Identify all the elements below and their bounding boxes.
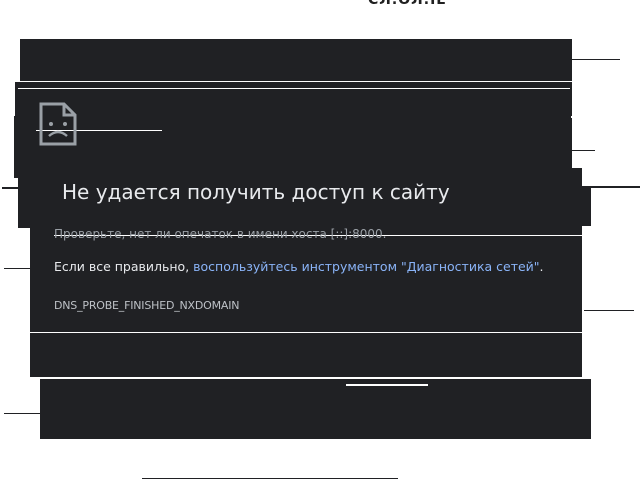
- glitch-line-left-lower: [4, 268, 40, 269]
- glitch-line-bottom-right: [548, 414, 590, 415]
- artifact-line-5: [346, 384, 428, 386]
- browser-error-page: СЛ.ОЛ.ІЕ Не удается получить доступ к са…: [0, 0, 640, 480]
- glitch-line-footer: [142, 478, 398, 479]
- network-diagnostics-link[interactable]: воспользуйтесь инструментом "Диагностика…: [193, 259, 539, 274]
- glitch-line-top-left: [20, 58, 71, 59]
- glitch-line-right: [545, 186, 640, 188]
- diagnostic-prefix: Если все правильно,: [54, 259, 194, 274]
- glitch-line-top-right: [570, 59, 620, 60]
- glitch-line-left: [2, 187, 37, 189]
- error-title: Не удается получить доступ к сайту: [62, 180, 450, 204]
- glitch-line-bottom-left: [4, 413, 44, 414]
- artifact-line-4: [30, 332, 582, 333]
- background-band-top: [20, 39, 572, 81]
- diagnostic-suggestion: Если все правильно, воспользуйтесь инстр…: [54, 259, 544, 274]
- sad-document-icon: [39, 102, 77, 146]
- partial-top-text: СЛ.ОЛ.ІЕ: [368, 0, 447, 8]
- glitch-line-right-upper: [560, 150, 595, 151]
- background-band-bottom-right: [551, 379, 591, 396]
- error-code: DNS_PROBE_FINISHED_NXDOMAIN: [54, 299, 240, 312]
- artifact-line-1: [18, 88, 570, 89]
- hostname-hint: Проверьте, нет ли опечаток в имени хоста…: [54, 227, 387, 241]
- diagnostic-suffix: .: [539, 259, 544, 274]
- glitch-line-right-lower: [584, 310, 634, 311]
- background-band-lower: [40, 379, 591, 439]
